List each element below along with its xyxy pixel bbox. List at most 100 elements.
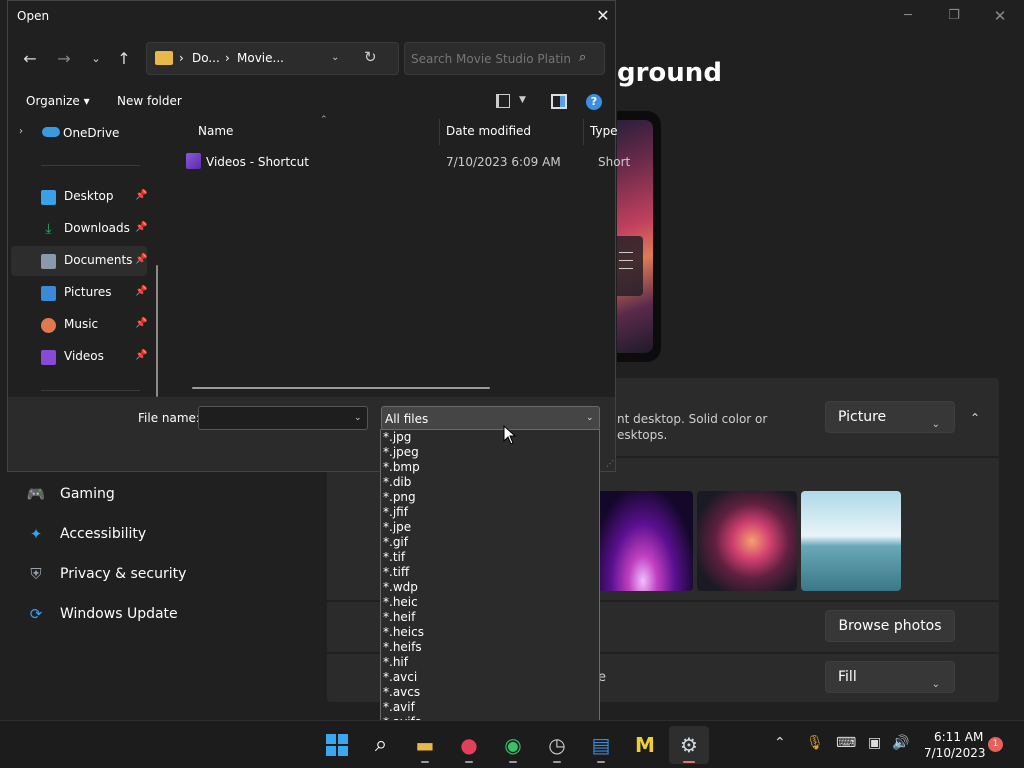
column-header-date[interactable]: Date modified (446, 124, 531, 138)
file-type-option[interactable]: *.bmp (381, 460, 599, 475)
breadcrumb-item[interactable]: Movie... (237, 51, 284, 65)
file-row[interactable]: Videos - Shortcut 7/10/2023 6:09 AM Shor… (183, 151, 630, 173)
start-button[interactable] (317, 726, 357, 764)
nav-scrollbar[interactable] (156, 265, 158, 397)
minimize-button[interactable]: ─ (888, 6, 928, 26)
search-box[interactable]: ⌕ (404, 42, 605, 75)
navigation-pane: › OneDrive Desktop 📌 ⤓ Downloads 📌 Docum… (8, 115, 168, 397)
tree-item-downloads[interactable]: ⤓ Downloads 📌 (11, 214, 147, 244)
chevron-up-icon[interactable]: ⌃ (774, 735, 786, 751)
organize-button[interactable]: Organize ▾ (26, 94, 90, 108)
file-type-option[interactable]: *.dib (381, 475, 599, 490)
file-type-option[interactable]: *.jpeg (381, 445, 599, 460)
up-button[interactable]: ↑ (112, 47, 136, 71)
address-bar[interactable]: › Do... › Movie... ⌄ ↻ (146, 42, 399, 75)
horizontal-scrollbar[interactable] (192, 387, 490, 389)
background-description: nt desktop. Solid color or (617, 412, 768, 426)
file-type-option[interactable]: *.tiff (381, 565, 599, 580)
file-list: ⌃ Name Date modified Type Videos - Short… (170, 115, 630, 397)
search-icon[interactable]: ⌕ (361, 726, 401, 764)
file-type-option[interactable]: *.heifs (381, 640, 599, 655)
recent-image-2[interactable] (697, 491, 797, 591)
clock-time[interactable]: 6:11 AM (934, 730, 983, 744)
help-icon[interactable]: ? (586, 94, 602, 110)
column-header-name[interactable]: Name (198, 124, 233, 138)
file-type-option[interactable]: *.tif (381, 550, 599, 565)
maximize-button[interactable]: ❐ (934, 6, 974, 26)
tree-item-music[interactable]: Music 📌 (11, 310, 147, 340)
pin-icon: 📌 (135, 190, 148, 201)
column-header-type[interactable]: Type (590, 124, 618, 138)
file-explorer-icon[interactable]: ▬ (405, 726, 445, 764)
settings-gear-icon[interactable]: ⚙ (669, 726, 709, 764)
open-file-dialog: Open ✕ ← → ⌄ ↑ › Do... › Movie... ⌄ ↻ ⌕ … (7, 0, 630, 472)
file-type-option[interactable]: *.png (381, 490, 599, 505)
file-type-option[interactable]: *.avcs (381, 685, 599, 700)
file-type-option[interactable]: *.heif (381, 610, 599, 625)
divider (41, 390, 140, 391)
tree-item-videos[interactable]: Videos 📌 (11, 342, 147, 372)
network-icon[interactable]: ▣ (868, 735, 881, 751)
movie-studio-icon[interactable]: ▤ (581, 726, 621, 764)
app-m-icon[interactable]: M (625, 726, 665, 764)
keyboard-icon[interactable]: ⌨ (836, 735, 856, 751)
search-input[interactable] (411, 50, 571, 68)
microphone-icon[interactable]: 🎙 (806, 735, 824, 751)
close-icon[interactable]: ✕ (591, 5, 615, 27)
tree-item-pictures[interactable]: Pictures 📌 (11, 278, 147, 308)
search-icon: ⌕ (579, 50, 587, 65)
file-type-option[interactable]: *.jpe (381, 520, 599, 535)
shield-icon: ⛨ (30, 565, 42, 583)
tree-item-documents[interactable]: Documents 📌 (11, 246, 147, 276)
file-type-option[interactable]: *.avif (381, 700, 599, 715)
fit-dropdown[interactable]: Fill ⌄ (825, 661, 955, 693)
file-date: 7/10/2023 6:09 AM (446, 155, 561, 169)
refresh-icon[interactable]: ↻ (364, 48, 377, 66)
forward-button[interactable]: → (52, 47, 76, 71)
file-type-option[interactable]: *.heics (381, 625, 599, 640)
file-type-dropdown[interactable]: All files ⌄ (381, 406, 600, 430)
recent-image-1[interactable] (593, 491, 693, 591)
file-type-option[interactable]: *.gif (381, 535, 599, 550)
documents-icon (41, 254, 56, 269)
background-type-dropdown[interactable]: Picture ⌄ (825, 401, 955, 433)
file-name-combobox[interactable]: ⌄ (198, 406, 368, 430)
chrome-icon[interactable]: ◉ (493, 726, 533, 764)
file-type-option[interactable]: *.avci (381, 670, 599, 685)
resize-grip-icon[interactable]: ⋰ (606, 459, 614, 468)
file-name: Videos - Shortcut (206, 155, 309, 169)
file-type-option[interactable]: *.heic (381, 595, 599, 610)
column-separator[interactable] (583, 119, 584, 145)
tree-item-onedrive[interactable]: OneDrive (63, 126, 119, 140)
back-button[interactable]: ← (18, 47, 42, 71)
chevron-right-icon[interactable]: › (19, 126, 23, 137)
chevron-down-icon[interactable]: ⌄ (354, 413, 362, 423)
view-options-icon[interactable] (496, 94, 510, 108)
breadcrumb-item[interactable]: Do... (192, 51, 220, 65)
recent-image-3[interactable] (801, 491, 901, 591)
shortcut-icon (186, 153, 201, 169)
clock-date[interactable]: 7/10/2023 (924, 746, 986, 760)
browse-photos-button[interactable]: Browse photos (825, 610, 955, 642)
chevron-down-icon[interactable]: ⌄ (331, 52, 339, 63)
browser-icon[interactable]: ● (449, 726, 489, 764)
videos-icon (41, 350, 56, 365)
file-type-option[interactable]: *.hif (381, 655, 599, 670)
file-type-option[interactable]: *.jpg (381, 430, 599, 445)
preview-pane-icon[interactable] (551, 94, 567, 109)
clock-app-icon[interactable]: ◷ (537, 726, 577, 764)
new-folder-button[interactable]: New folder (117, 94, 182, 108)
tree-item-desktop[interactable]: Desktop 📌 (11, 182, 147, 212)
recent-locations-button[interactable]: ⌄ (84, 47, 108, 71)
collapse-section-button[interactable]: ⌃ (962, 406, 988, 430)
nav-item-label: Privacy & security (60, 566, 187, 582)
file-type-option[interactable]: *.jfif (381, 505, 599, 520)
notification-badge[interactable]: 1 (988, 737, 1003, 752)
volume-icon[interactable]: 🔊 (892, 735, 909, 751)
settings-close-button[interactable]: ✕ (980, 6, 1020, 26)
tree-item-label: Downloads (64, 221, 130, 235)
file-name-input[interactable] (203, 410, 343, 426)
column-separator[interactable] (439, 119, 440, 145)
chevron-down-icon[interactable]: ▼ (519, 95, 526, 105)
file-type-option[interactable]: *.wdp (381, 580, 599, 595)
